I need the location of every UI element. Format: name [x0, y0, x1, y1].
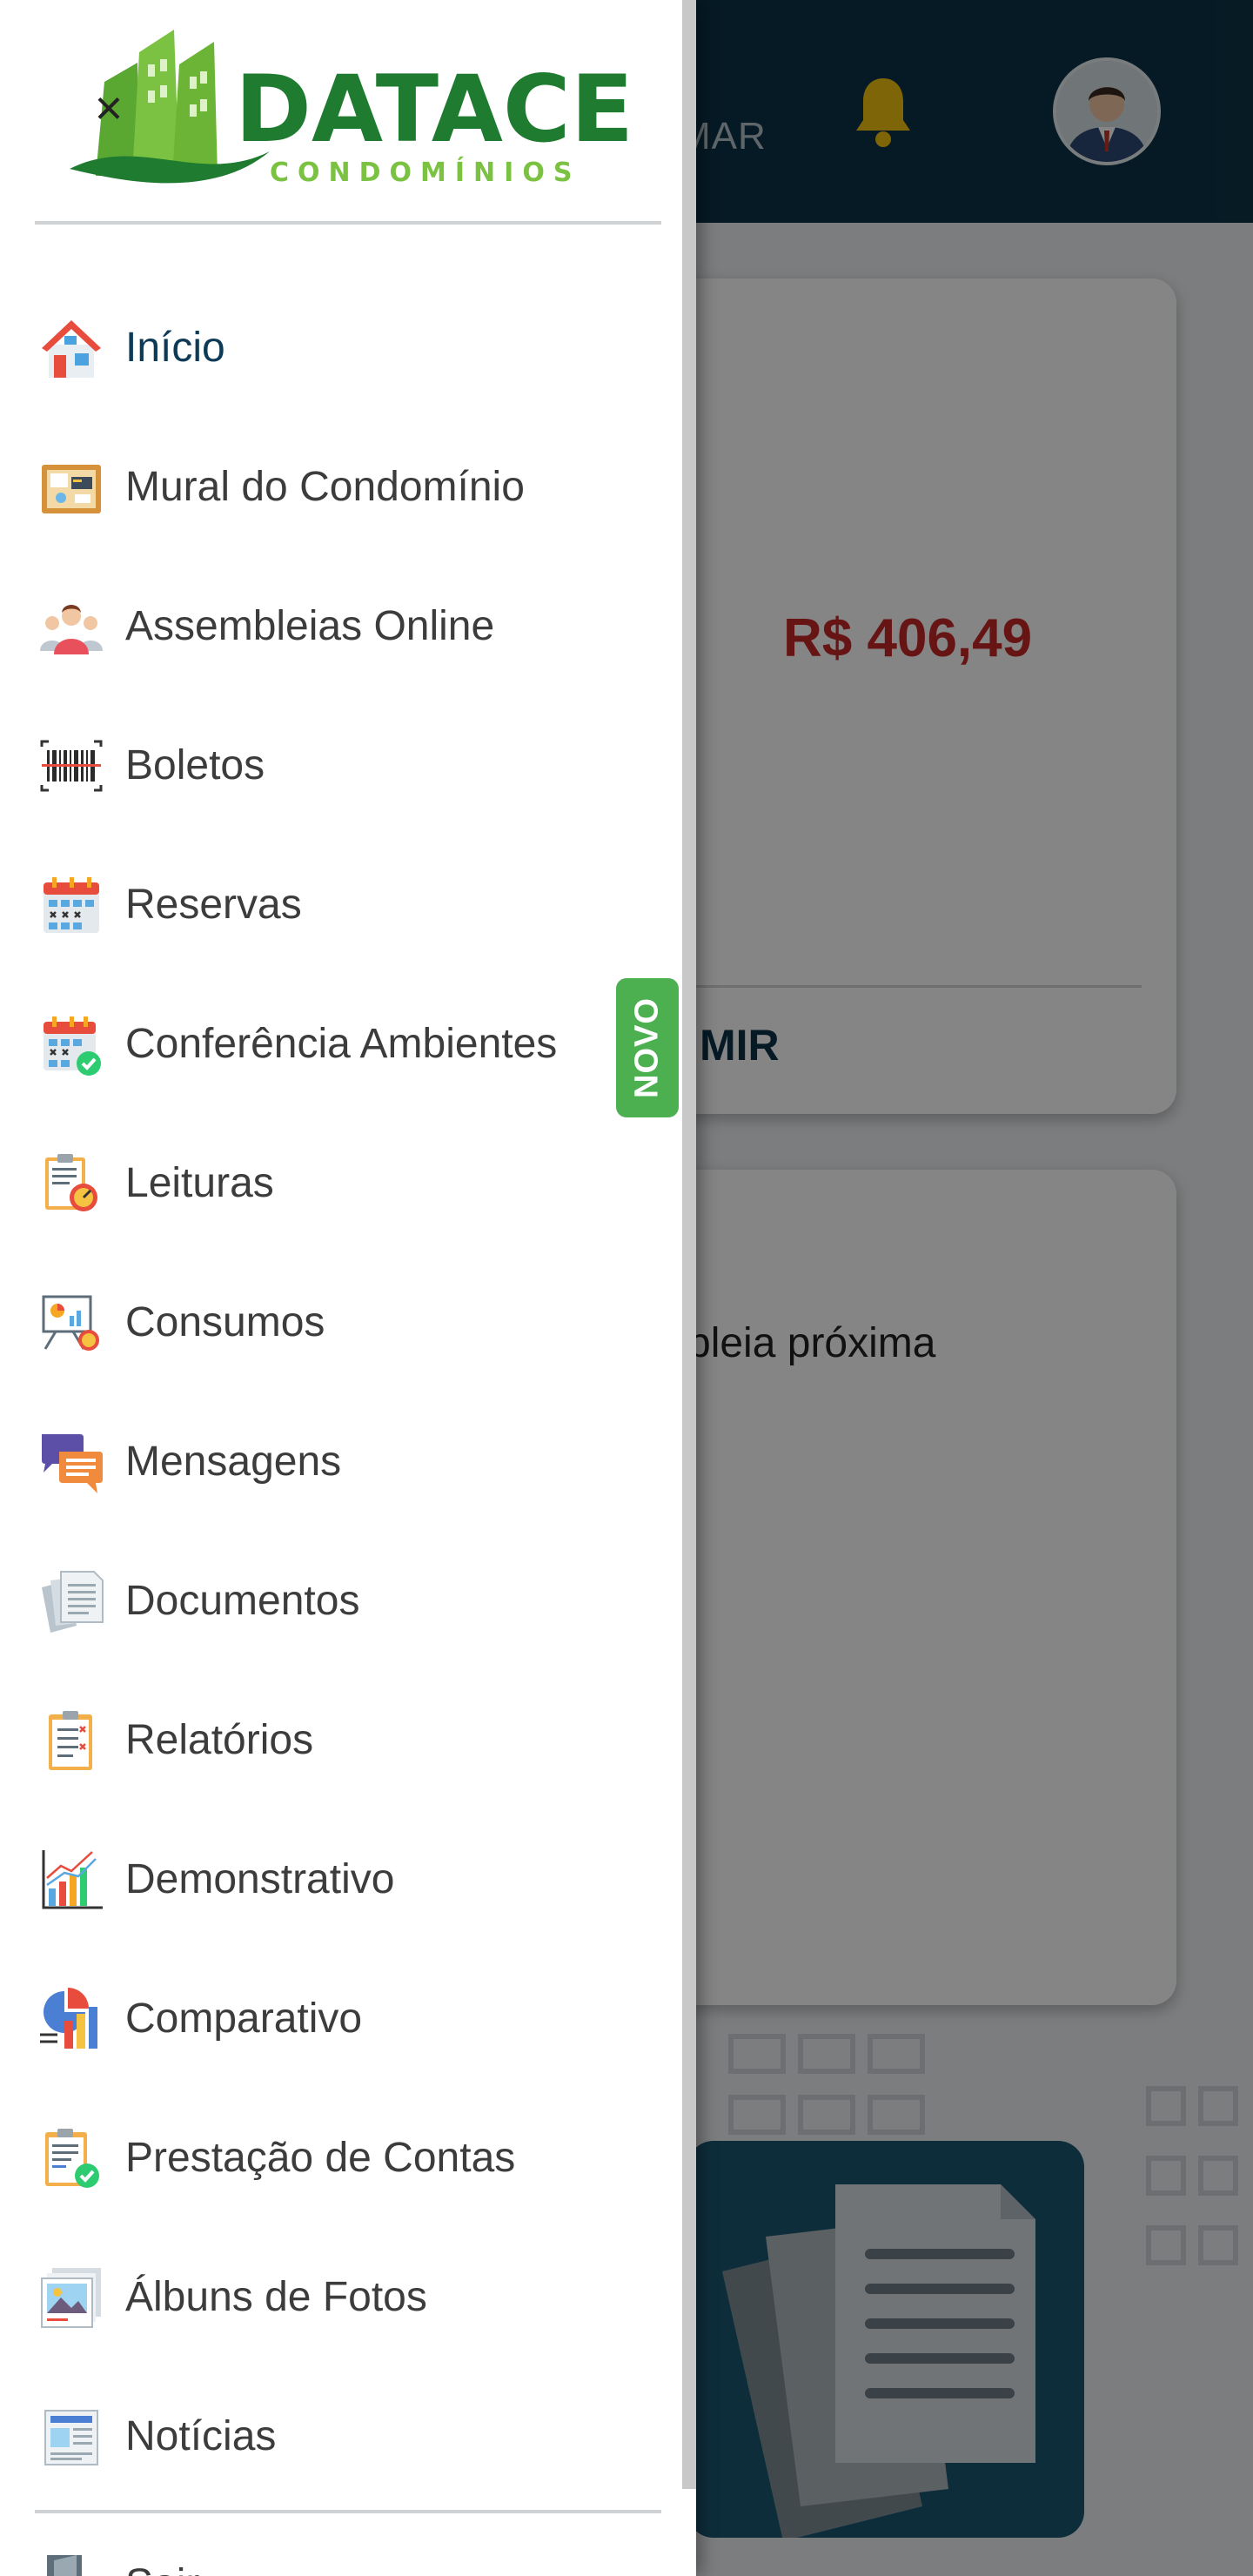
- menu-item-assembleias[interactable]: Assembleias Online: [0, 557, 682, 696]
- menu-item-inicio[interactable]: Início: [0, 278, 682, 418]
- drawer-scrollbar[interactable]: [682, 0, 696, 2489]
- menu-label-sair: Sair: [125, 2560, 199, 2576]
- menu-label-prestacao: Prestação de Contas: [125, 2135, 516, 2181]
- menu-label-leituras: Leituras: [125, 1160, 274, 1206]
- drawer-menu: Início Mural do Condomínio Assembleias O…: [0, 278, 682, 2506]
- menu-label-boletos: Boletos: [125, 742, 265, 788]
- menu-label-demonstrativo: Demonstrativo: [125, 1856, 395, 1902]
- comparison-chart-icon: [40, 1988, 97, 2049]
- menu-item-relatorios[interactable]: Relatórios: [0, 1671, 682, 1810]
- menu-item-conferencia[interactable]: Conferência Ambientes: [0, 975, 682, 1114]
- menu-item-sair[interactable]: Sair: [0, 2534, 682, 2576]
- menu-item-boletos[interactable]: Boletos: [0, 696, 682, 835]
- menu-item-mural[interactable]: Mural do Condomínio: [0, 418, 682, 557]
- accounts-clipboard-icon: [45, 2129, 99, 2188]
- menu-label-conferencia: Conferência Ambientes: [125, 1021, 558, 1067]
- menu-item-consumos[interactable]: Consumos: [0, 1253, 682, 1392]
- menu-item-documentos[interactable]: Documentos: [0, 1532, 682, 1671]
- novo-badge-text: NOVO: [628, 997, 666, 1098]
- newspaper-icon: [44, 2410, 98, 2465]
- menu-item-comparativo[interactable]: Comparativo: [0, 1949, 682, 2089]
- menu-label-mural: Mural do Condomínio: [125, 464, 525, 510]
- menu-label-mensagens: Mensagens: [125, 1439, 342, 1485]
- people-meeting-icon: [40, 605, 103, 654]
- menu-label-relatorios: Relatórios: [125, 1717, 314, 1763]
- bulletin-board-icon: [42, 465, 101, 513]
- drawer-divider-top: [35, 221, 661, 225]
- menu-item-mensagens[interactable]: Mensagens: [0, 1392, 682, 1532]
- menu-label-inicio: Início: [125, 325, 225, 371]
- documents-icon: [42, 1571, 104, 1633]
- menu-label-albuns: Álbuns de Fotos: [125, 2274, 427, 2320]
- calendar-check-icon: [44, 1016, 101, 1076]
- consumption-chart-icon: [42, 1295, 99, 1351]
- menu-label-consumos: Consumos: [125, 1299, 325, 1345]
- menu-item-albuns[interactable]: Álbuns de Fotos: [0, 2228, 682, 2367]
- menu-item-prestacao[interactable]: Prestação de Contas: [0, 2089, 682, 2228]
- chat-bubbles-icon: [42, 1434, 103, 1493]
- menu-label-documentos: Documentos: [125, 1578, 360, 1624]
- menu-label-comparativo: Comparativo: [125, 1996, 363, 2042]
- exit-door-icon: [47, 2555, 82, 2576]
- menu-label-noticias: Notícias: [125, 2413, 277, 2459]
- meter-reading-icon: [45, 1154, 97, 1211]
- menu-label-assembleias: Assembleias Online: [125, 603, 495, 649]
- menu-item-demonstrativo[interactable]: Demonstrativo: [0, 1810, 682, 1949]
- calendar-icon: [44, 877, 99, 933]
- drawer-divider-bottom: [35, 2510, 661, 2513]
- logo-subtitle-text: CONDOMÍNIOS: [270, 157, 580, 188]
- report-clipboard-icon: [49, 1711, 92, 1770]
- menu-item-reservas[interactable]: Reservas: [0, 835, 682, 975]
- photo-album-icon: [41, 2268, 101, 2328]
- bar-chart-icon: [42, 1850, 103, 1909]
- logo-brand-text: DATACENI: [235, 56, 635, 163]
- house-icon: [42, 320, 101, 378]
- close-drawer-button[interactable]: ×: [87, 84, 131, 132]
- navigation-drawer: DATACENI CONDOMÍNIOS × Início: [0, 0, 696, 2576]
- novo-badge: NOVO: [616, 978, 679, 1117]
- dataceni-logo: DATACENI CONDOMÍNIOS: [70, 30, 635, 188]
- menu-item-noticias[interactable]: Notícias: [0, 2367, 682, 2506]
- menu-label-reservas: Reservas: [125, 882, 302, 928]
- barcode-icon: [40, 740, 103, 792]
- menu-item-leituras[interactable]: Leituras: [0, 1114, 682, 1253]
